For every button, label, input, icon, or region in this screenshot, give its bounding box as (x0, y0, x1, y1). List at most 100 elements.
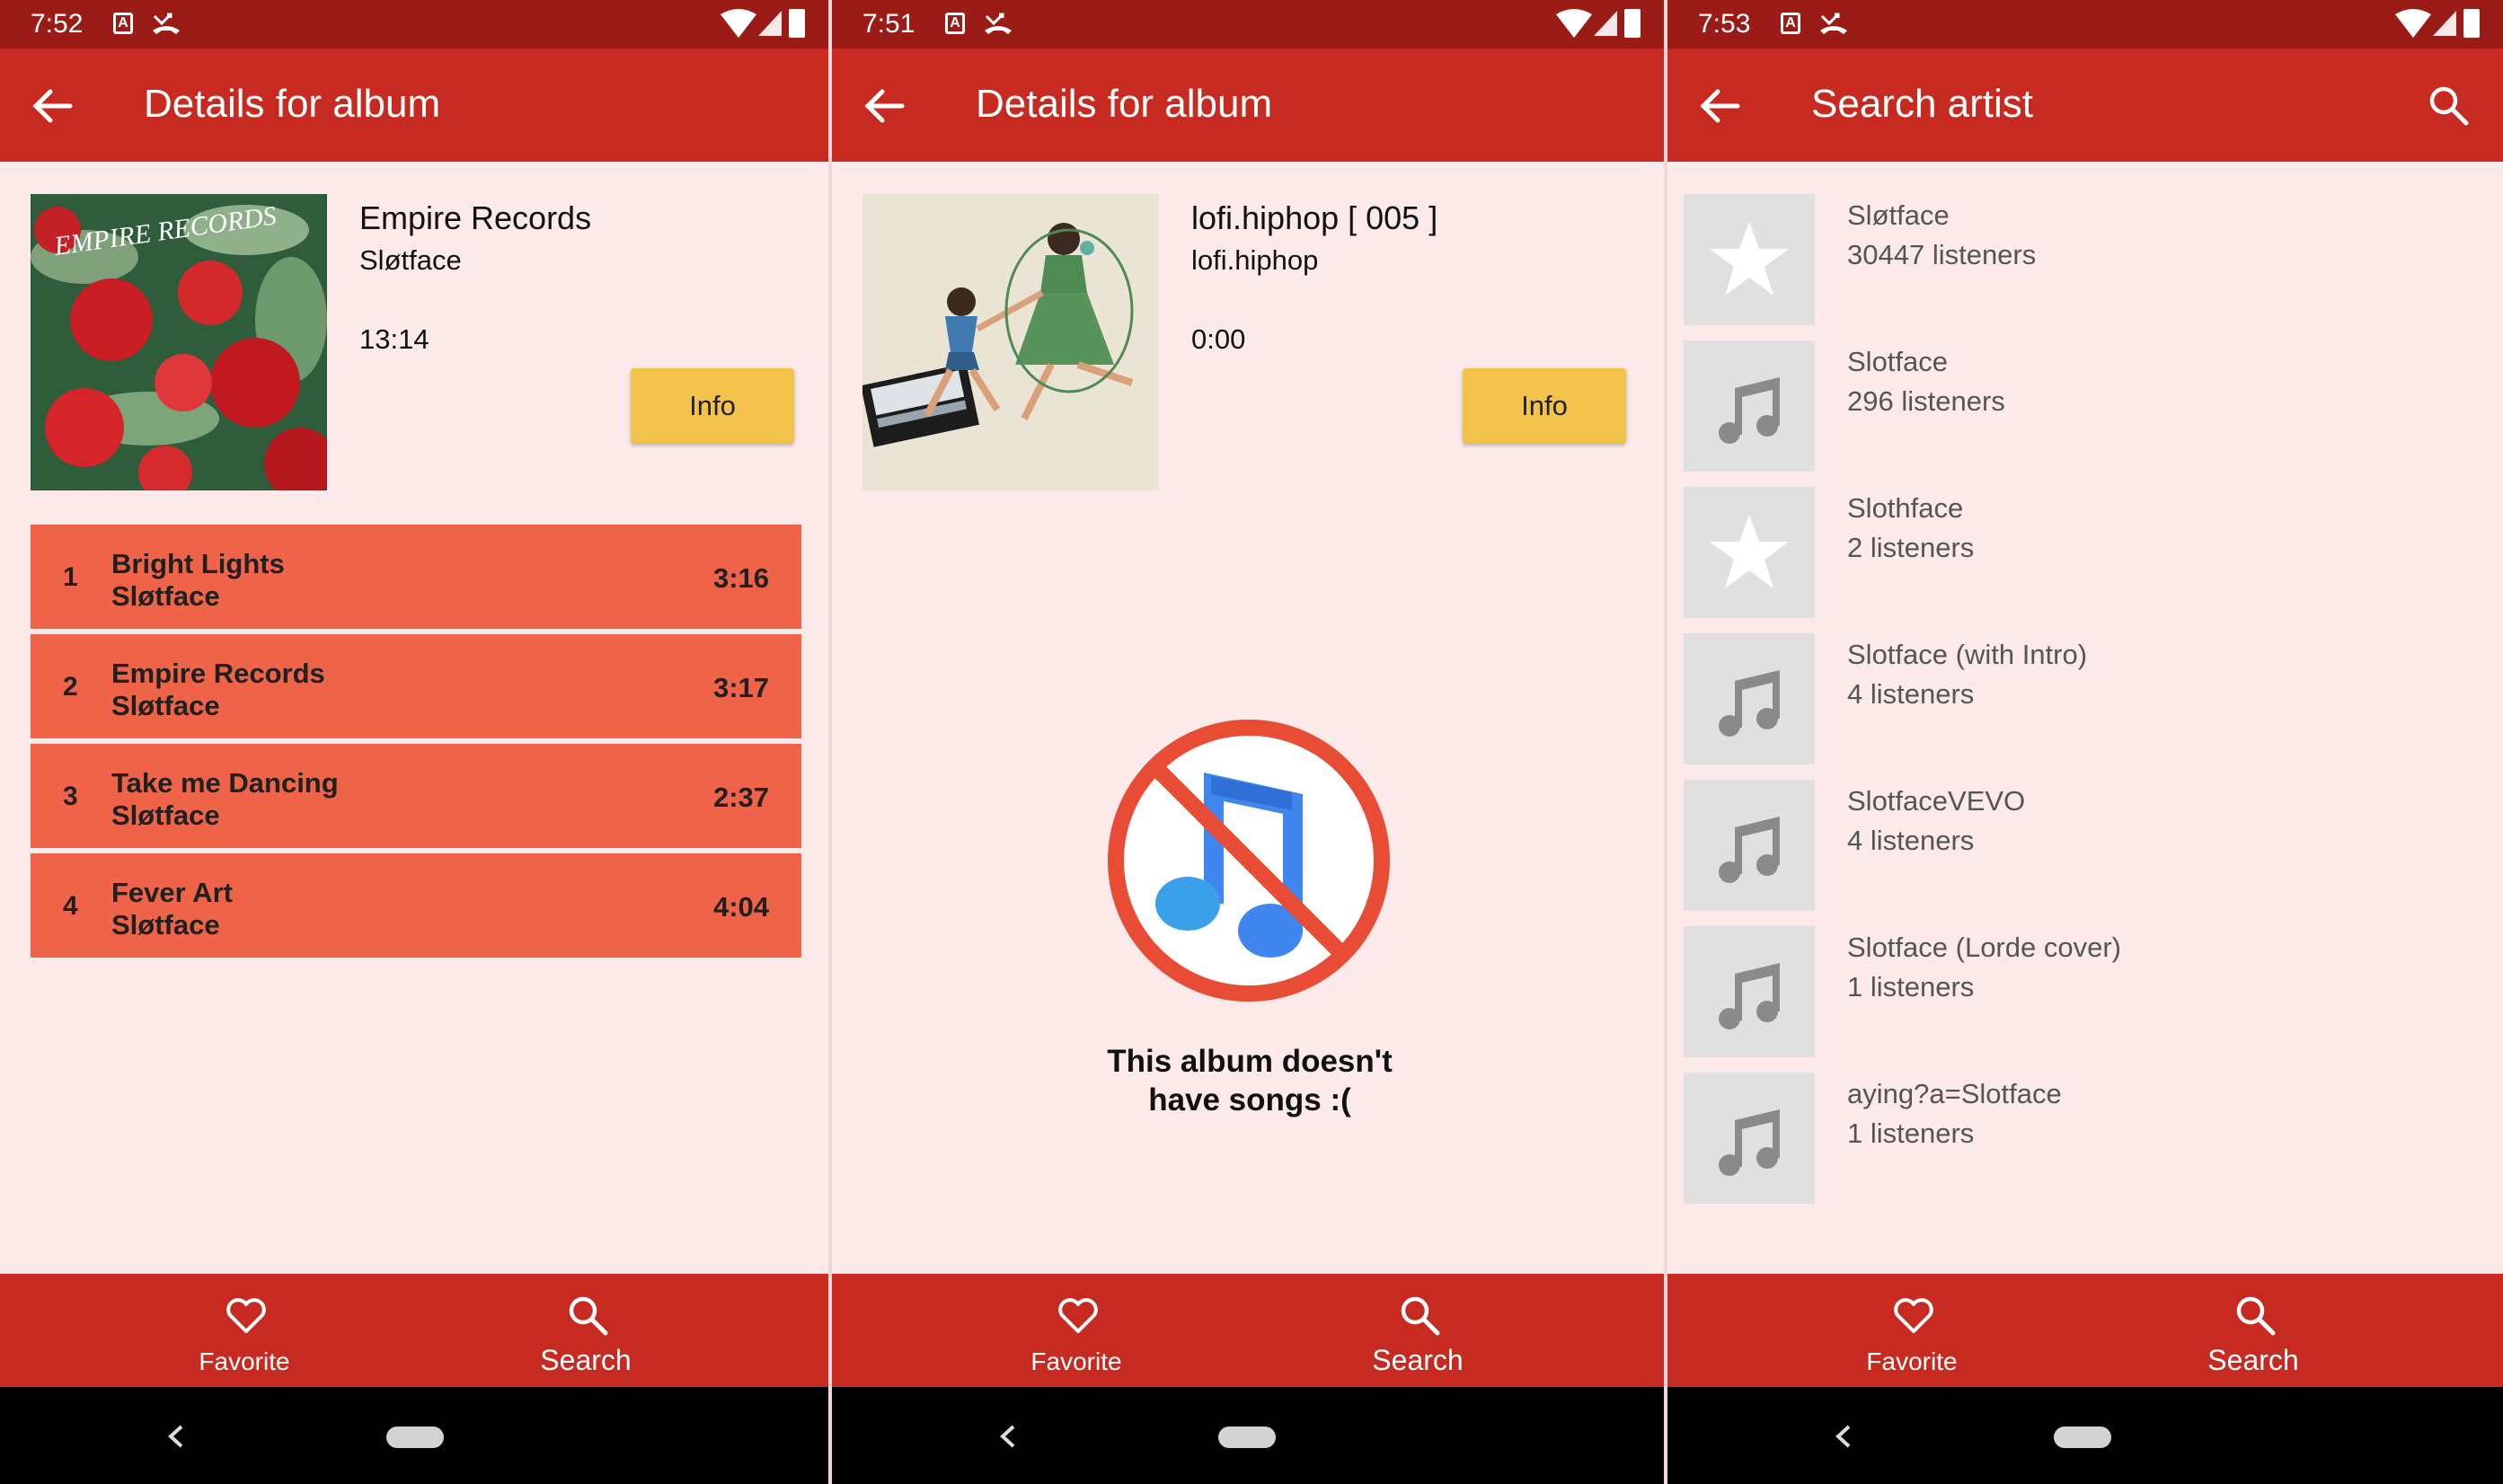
nav-search[interactable]: Search (2136, 1274, 2370, 1387)
nav-favorite[interactable]: Favorite (960, 1274, 1193, 1387)
page-title: Search artist (1811, 82, 2033, 126)
artist-thumbnail (1684, 926, 1815, 1057)
album-details-screen-empire: 7:52 A Details for album EMPIRE RECORDS … (0, 0, 828, 1484)
artist-listeners: 2 listeners (1847, 532, 1975, 563)
search-icon (1401, 1296, 1440, 1336)
artist-listeners: 4 listeners (1847, 678, 1975, 710)
artist-thumbnail (1684, 340, 1815, 472)
song-duration: 3:16 (712, 562, 769, 594)
artist-name: Slothface (1847, 492, 1964, 524)
artist-list-item[interactable]: SlotfaceVEVO 4 listeners (1684, 780, 2492, 914)
album-title: lofi.hiphop [ 005 ] (1191, 199, 1438, 236)
song-row[interactable]: 4 Fever Art Sløtface 4:04 (31, 853, 801, 958)
song-duration: 2:37 (712, 782, 769, 813)
notification-a-icon: A (113, 13, 133, 34)
system-home-button[interactable] (386, 1427, 444, 1448)
search-icon[interactable] (2426, 83, 2471, 128)
artist-list-item[interactable]: Slotface (Lorde cover) 1 listeners (1684, 926, 2492, 1061)
music-note-icon (1719, 670, 1780, 737)
artist-name: Sløtface (1847, 199, 1950, 231)
artist-listeners: 1 listeners (1847, 1117, 1975, 1149)
artist-list-item[interactable]: aying?a=Slotface 1 listeners (1684, 1073, 2492, 1207)
battery-icon (2463, 9, 2480, 38)
song-duration: 3:17 (712, 672, 769, 703)
song-list: 1 Bright Lights Sløtface 3:16 2 Empire R… (31, 525, 801, 963)
artist-listeners: 1 listeners (1847, 971, 1975, 1003)
missed-call-icon (985, 13, 1012, 34)
song-number: 4 (63, 891, 78, 921)
artist-list-item[interactable]: Slotface 296 listeners (1684, 340, 2492, 475)
nav-search[interactable]: Search (1301, 1274, 1535, 1387)
nav-search-label: Search (1372, 1344, 1464, 1376)
bottom-navigation: Favorite Search (0, 1274, 828, 1387)
song-artist: Sløtface (111, 580, 220, 612)
nav-favorite[interactable]: Favorite (128, 1274, 361, 1387)
signal-icon (1594, 11, 1617, 36)
song-artist: Sløtface (111, 799, 220, 831)
system-back-icon[interactable] (1831, 1421, 1858, 1452)
star-icon (1710, 222, 1789, 296)
song-title: Take me Dancing (111, 767, 339, 799)
artist-thumbnail (1684, 780, 1815, 911)
system-navigation-bar (832, 1387, 1664, 1484)
app-bar: Details for album (832, 49, 1664, 162)
battery-icon (789, 9, 805, 38)
nav-favorite-label: Favorite (1866, 1347, 1958, 1375)
song-row[interactable]: 3 Take me Dancing Sløtface 2:37 (31, 744, 801, 848)
song-title: Empire Records (111, 658, 325, 689)
notification-a-icon: A (1781, 13, 1800, 34)
album-cover: EMPIRE RECORDS (31, 194, 327, 490)
bottom-navigation: Favorite Search (832, 1274, 1664, 1387)
nav-search[interactable]: Search (469, 1274, 703, 1387)
song-title: Bright Lights (111, 548, 285, 579)
status-time: 7:53 (1698, 9, 1751, 39)
artist-name: Slotface (1847, 346, 1949, 377)
nav-favorite-label: Favorite (1030, 1347, 1122, 1375)
no-music-icon (1108, 720, 1390, 1002)
album-duration: 13:14 (359, 323, 429, 355)
system-home-button[interactable] (2054, 1427, 2111, 1448)
system-home-button[interactable] (1218, 1427, 1276, 1448)
artist-name: Slotface (with Intro) (1847, 639, 2088, 670)
music-note-icon (1719, 817, 1780, 883)
heart-icon (226, 1298, 266, 1333)
song-title: Fever Art (111, 877, 233, 908)
heart-icon (1894, 1298, 1933, 1333)
back-arrow-icon[interactable] (1696, 84, 1743, 128)
back-arrow-icon[interactable] (861, 84, 907, 128)
artist-list-item[interactable]: Sløtface 30447 listeners (1684, 194, 2492, 329)
song-row[interactable]: 2 Empire Records Sløtface 3:17 (31, 634, 801, 738)
system-navigation-bar (1667, 1387, 2503, 1484)
song-row[interactable]: 1 Bright Lights Sløtface 3:16 (31, 525, 801, 629)
artist-list-item[interactable]: Slotface (with Intro) 4 listeners (1684, 633, 2492, 768)
song-artist: Sløtface (111, 690, 220, 721)
artist-name: SlotfaceVEVO (1847, 785, 2026, 817)
nav-favorite[interactable]: Favorite (1795, 1274, 2029, 1387)
wifi-icon (721, 9, 756, 38)
album-details-screen-lofi: 7:51 A Details for album lofi.hiphop [0… (832, 0, 1664, 1484)
status-bar: 7:52 A (0, 0, 828, 49)
notification-a-icon: A (945, 13, 965, 34)
nav-search-label: Search (2207, 1344, 2299, 1376)
search-icon (569, 1296, 608, 1336)
system-back-icon[interactable] (995, 1421, 1022, 1452)
back-arrow-icon[interactable] (29, 84, 75, 128)
info-button[interactable]: Info (1463, 368, 1626, 444)
artist-list-item[interactable]: Slothface 2 listeners (1684, 487, 2492, 622)
empty-songs-message: This album doesn't have songs :( (1048, 1042, 1452, 1119)
search-icon (2236, 1296, 2276, 1336)
status-bar: 7:51 A (832, 0, 1664, 49)
song-duration: 4:04 (712, 891, 769, 923)
artist-name: aying?a=Slotface (1847, 1078, 2062, 1109)
status-bar: 7:53 A (1667, 0, 2503, 49)
info-button[interactable]: Info (631, 368, 794, 444)
status-time: 7:52 (31, 9, 84, 39)
music-note-icon (1719, 1109, 1780, 1176)
artist-thumbnail (1684, 487, 1815, 618)
album-artist: lofi.hiphop (1191, 244, 1319, 276)
album-cover (862, 194, 1159, 490)
album-title: Empire Records (359, 199, 592, 236)
album-duration: 0:00 (1191, 323, 1246, 355)
app-bar: Search artist (1667, 49, 2503, 162)
system-back-icon[interactable] (164, 1421, 190, 1452)
